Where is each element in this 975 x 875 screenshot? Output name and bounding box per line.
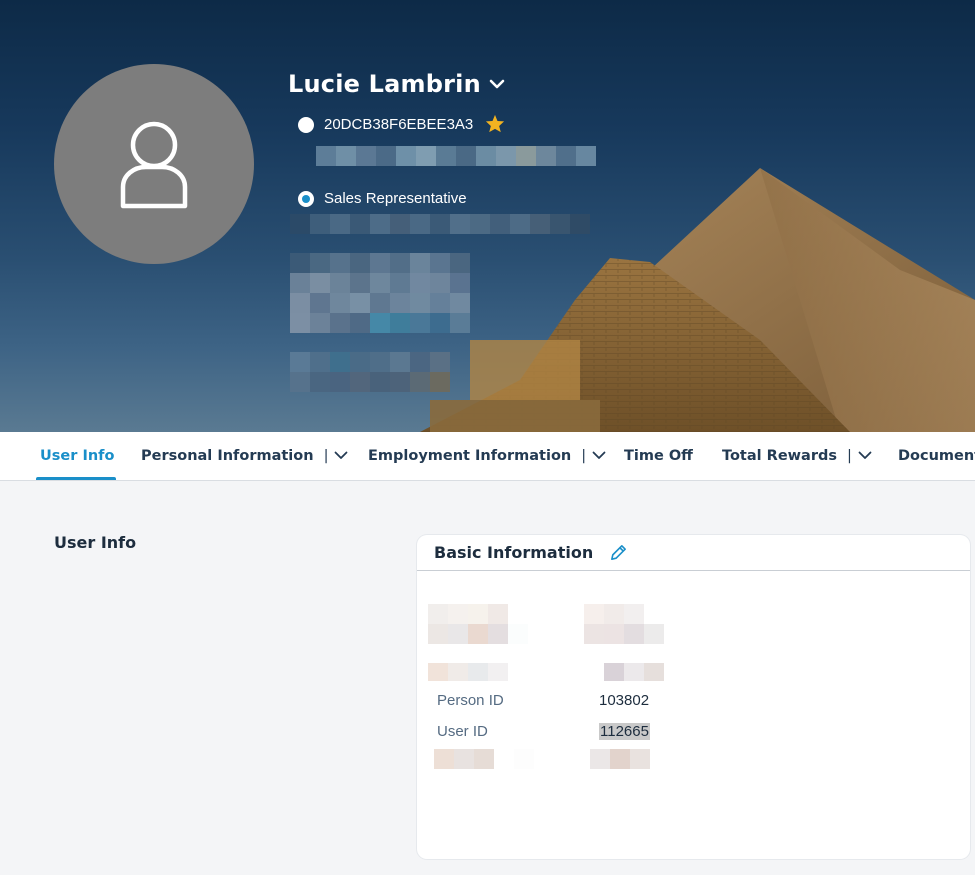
job-title: Sales Representative <box>324 190 467 207</box>
redacted-label-3 <box>434 749 534 769</box>
basic-information-card: Basic Information Person ID 103802 User … <box>417 535 970 859</box>
chevron-down-icon[interactable] <box>489 77 505 95</box>
employee-id-code: 20DCB38F6EBEE3A3 <box>324 116 474 133</box>
tab-label: Time Off <box>624 448 693 464</box>
redacted-line-2 <box>290 214 590 234</box>
tab-separator: | <box>847 448 852 464</box>
tab-employment-information[interactable]: Employment Information | <box>368 432 606 480</box>
user-id-label: User ID <box>437 723 488 740</box>
tab-documents[interactable]: Documents <box>898 432 975 480</box>
pencil-icon[interactable] <box>609 543 628 562</box>
card-header: Basic Information <box>417 535 970 571</box>
avatar[interactable] <box>54 64 254 264</box>
tab-label: User Info <box>40 448 115 464</box>
tab-label: Employment Information <box>368 448 572 464</box>
chevron-down-icon[interactable] <box>334 448 348 464</box>
profile-header: Lucie Lambrin 20DCB38F6EBEE3A3 Sales Rep… <box>0 0 975 432</box>
tab-label: Documents <box>898 448 975 464</box>
redacted-block-3 <box>290 253 470 333</box>
employee-id-row: 20DCB38F6EBEE3A3 <box>298 114 505 135</box>
job-title-row: Sales Representative <box>298 190 467 207</box>
employee-name[interactable]: Lucie Lambrin <box>288 70 481 98</box>
tab-label: Personal Information <box>141 448 314 464</box>
tab-separator: | <box>323 448 329 464</box>
chevron-down-icon[interactable] <box>592 448 606 464</box>
tab-label: Total Rewards <box>722 448 838 464</box>
section-title: User Info <box>54 533 137 552</box>
tab-user-info[interactable]: User Info <box>35 432 117 480</box>
employee-name-row[interactable]: Lucie Lambrin <box>288 70 505 98</box>
star-icon[interactable] <box>485 114 505 135</box>
redacted-value-1 <box>584 604 664 644</box>
job-radio-icon <box>298 190 314 207</box>
redacted-line-1 <box>316 146 596 166</box>
redacted-value-2 <box>604 663 664 681</box>
redacted-label-2 <box>428 663 508 681</box>
user-id-value: 112665 <box>599 723 650 740</box>
person-outline-icon <box>120 121 188 209</box>
id-radio-icon <box>298 116 314 133</box>
card-title: Basic Information <box>434 543 594 562</box>
person-id-label: Person ID <box>437 692 504 709</box>
redacted-label-1 <box>428 604 528 644</box>
redacted-block-4 <box>290 352 450 392</box>
tab-time-off[interactable]: Time Off <box>624 432 693 480</box>
person-id-value: 103802 <box>599 692 650 709</box>
tab-total-rewards[interactable]: Total Rewards | <box>722 432 872 480</box>
tab-personal-information[interactable]: Personal Information | <box>141 432 348 480</box>
tab-bar: User Info Personal Information | Employm… <box>0 432 975 481</box>
chevron-down-icon[interactable] <box>858 448 872 464</box>
redacted-value-3 <box>590 749 650 769</box>
tab-separator: | <box>581 448 587 464</box>
